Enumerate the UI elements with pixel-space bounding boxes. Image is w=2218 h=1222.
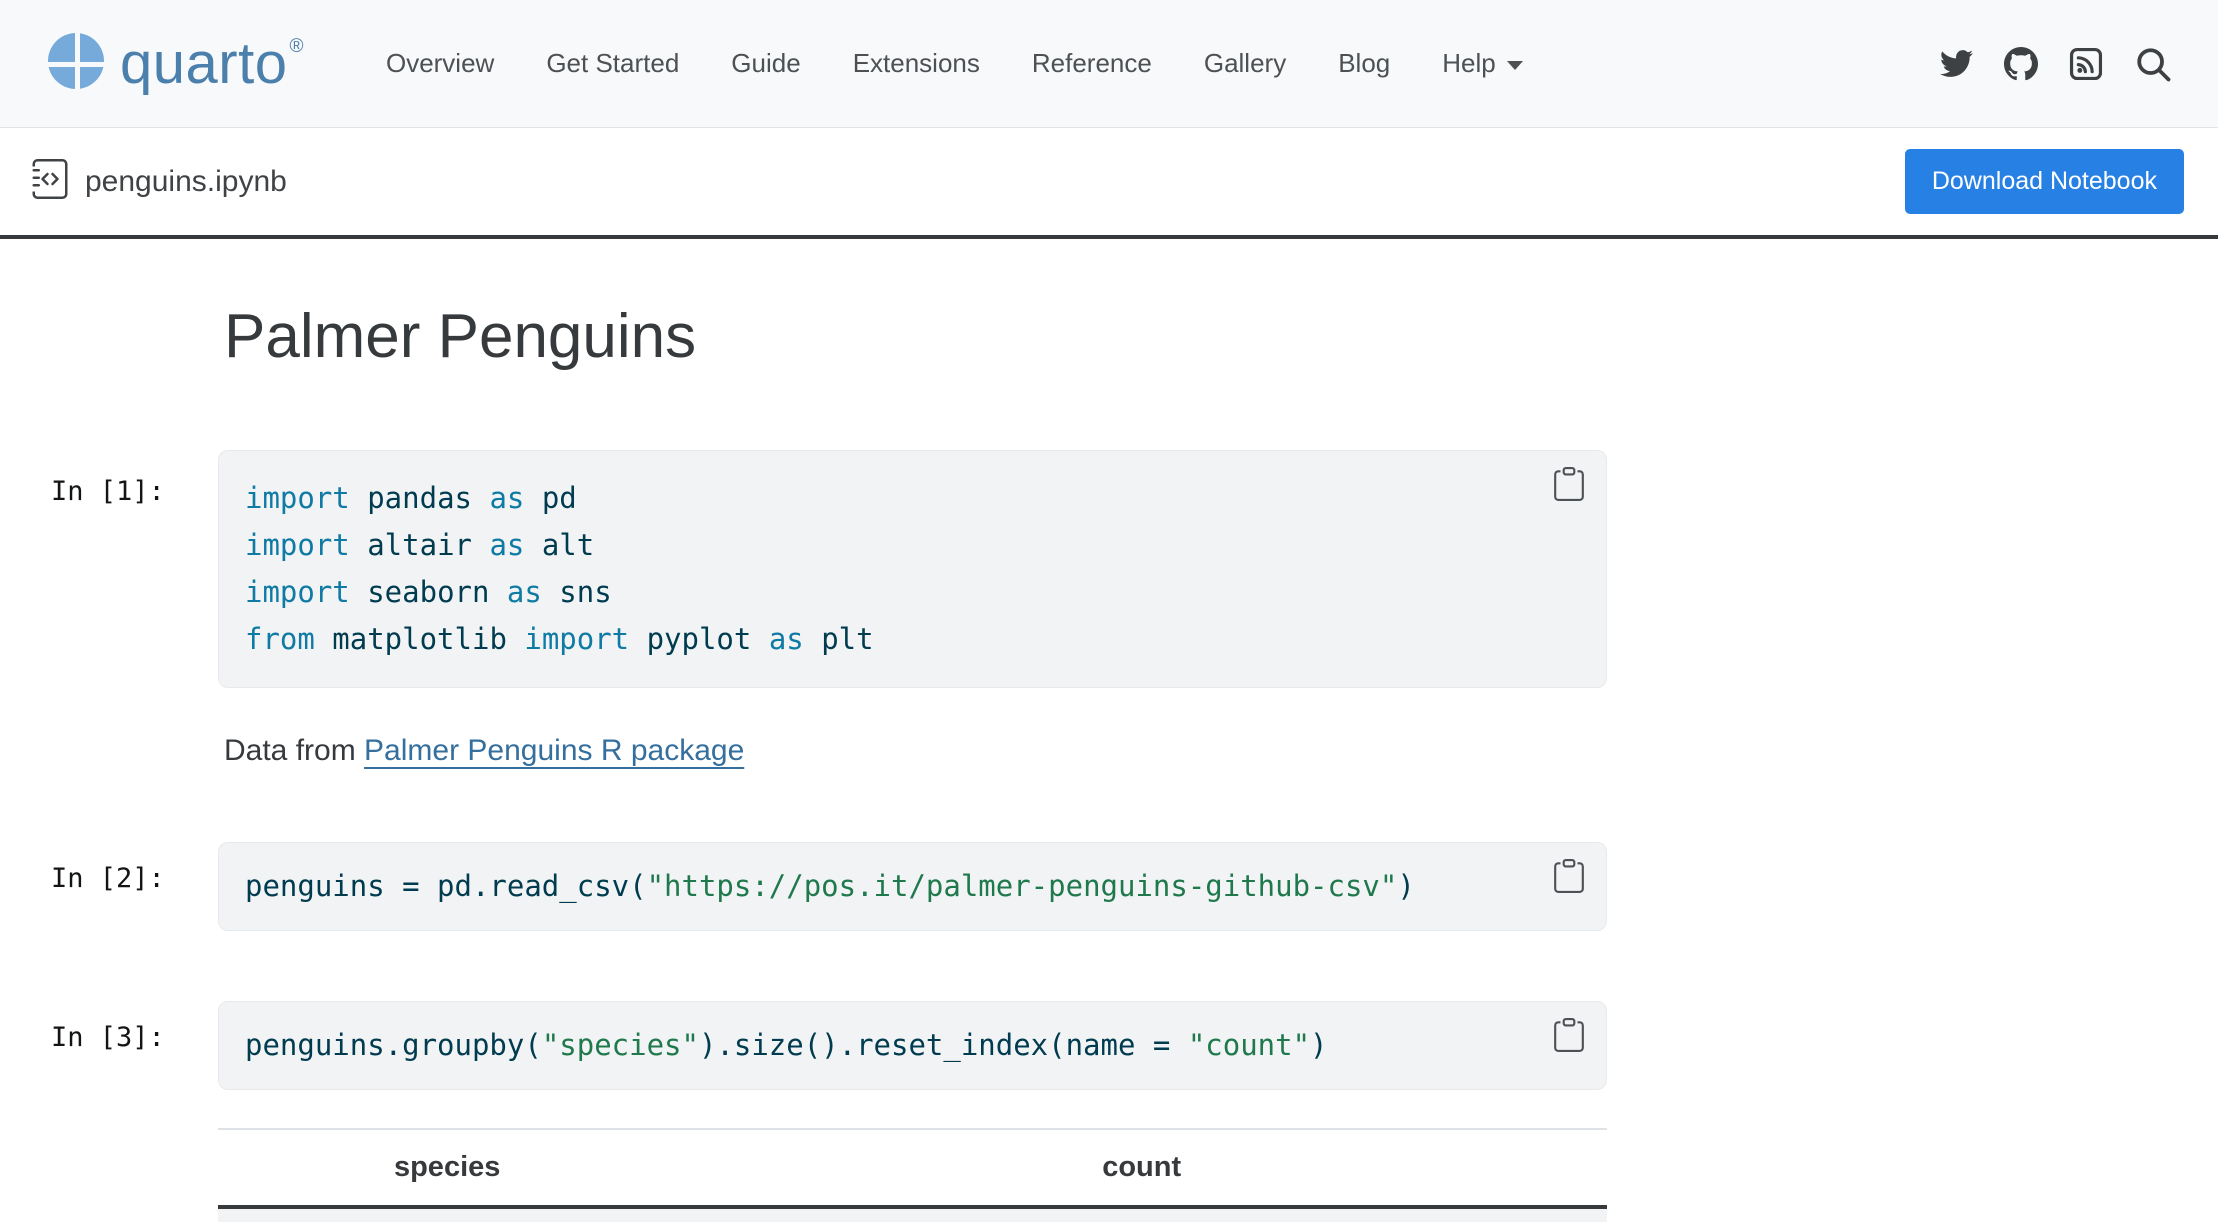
nav-item-label: Help — [1442, 48, 1495, 79]
top-navbar: quarto® Overview Get Started Guide Extensio… — [0, 0, 2218, 128]
paragraph-text: Data from — [224, 734, 364, 767]
download-notebook-button[interactable]: Download Notebook — [1905, 149, 2184, 214]
github-icon[interactable] — [2004, 47, 2038, 81]
nav-menu: Overview Get Started Guide Extensions Refere… — [386, 48, 1523, 79]
code-line: import pandas as pd — [245, 475, 1516, 522]
nav-item-get-started[interactable]: Get Started — [546, 48, 679, 79]
nav-icons — [1940, 45, 2172, 83]
code-cell: In [3]:penguins.groupby("species").size(… — [218, 1001, 1607, 1090]
nav-item-extensions[interactable]: Extensions — [853, 48, 980, 79]
registered-mark: ® — [289, 36, 304, 57]
code-line: penguins.groupby("species").size().reset… — [245, 1022, 1516, 1069]
code-cell: In [1]:import pandas as pdimport altair … — [218, 450, 1607, 688]
nav-item-label: Gallery — [1204, 48, 1286, 79]
code-block: import pandas as pdimport altair as alti… — [218, 450, 1607, 688]
nav-item-label: Blog — [1338, 48, 1390, 79]
quarto-logo-icon — [48, 33, 104, 94]
cell-execution-label: In [2]: — [51, 863, 165, 894]
quarto-brand[interactable]: quarto® — [48, 33, 302, 94]
markdown-paragraph: Data from Palmer Penguins R package — [224, 734, 1607, 768]
nav-item-reference[interactable]: Reference — [1032, 48, 1152, 79]
cell-execution-label: In [3]: — [51, 1022, 165, 1053]
code-cell: In [2]:penguins = pd.read_csv("https://p… — [218, 842, 1607, 931]
output-table: speciescount — [218, 1128, 1607, 1222]
rss-icon[interactable] — [2069, 47, 2103, 81]
page-title: Palmer Penguins — [224, 301, 1607, 372]
nav-item-help[interactable]: Help — [1442, 48, 1522, 79]
notebook-file: penguins.ipynb — [30, 159, 287, 204]
nav-item-gallery[interactable]: Gallery — [1204, 48, 1286, 79]
search-icon[interactable] — [2134, 45, 2172, 83]
code-line: import altair as alt — [245, 522, 1516, 569]
nav-item-label: Guide — [731, 48, 800, 79]
cell-execution-label: In [1]: — [51, 476, 165, 507]
table-cell — [676, 1207, 1607, 1222]
clipboard-icon[interactable] — [1552, 1018, 1586, 1055]
nav-item-label: Get Started — [546, 48, 679, 79]
table-header-row: speciescount — [218, 1129, 1607, 1207]
table-cell — [218, 1207, 676, 1222]
nav-item-label: Overview — [386, 48, 494, 79]
notebook-subheader: penguins.ipynb Download Notebook — [0, 128, 2218, 239]
palmer-penguins-link[interactable]: Palmer Penguins R package — [364, 734, 744, 767]
table-header-count: count — [676, 1129, 1607, 1207]
nav-item-label: Reference — [1032, 48, 1152, 79]
notebook-filename: penguins.ipynb — [85, 165, 287, 199]
brand-name: quarto® — [120, 35, 302, 93]
nav-item-overview[interactable]: Overview — [386, 48, 494, 79]
chevron-down-icon — [1507, 61, 1523, 70]
nav-item-blog[interactable]: Blog — [1338, 48, 1390, 79]
twitter-icon[interactable] — [1940, 47, 1973, 80]
code-block: penguins.groupby("species").size().reset… — [218, 1001, 1607, 1090]
code-line: import seaborn as sns — [245, 569, 1516, 616]
nav-item-label: Extensions — [853, 48, 980, 79]
journal-code-icon — [30, 159, 70, 204]
cells-container: In [1]:import pandas as pdimport altair … — [218, 450, 1607, 1090]
clipboard-icon[interactable] — [1552, 859, 1586, 896]
code-line: from matplotlib import pyplot as plt — [245, 616, 1516, 663]
clipboard-icon[interactable] — [1552, 467, 1586, 504]
notebook-content: Palmer Penguins In [1]:import pandas as … — [0, 301, 1607, 1222]
nav-item-guide[interactable]: Guide — [731, 48, 800, 79]
table-header-species: species — [218, 1129, 676, 1207]
code-line: penguins = pd.read_csv("https://pos.it/p… — [245, 863, 1516, 910]
table-row — [218, 1207, 1607, 1222]
code-block: penguins = pd.read_csv("https://pos.it/p… — [218, 842, 1607, 931]
